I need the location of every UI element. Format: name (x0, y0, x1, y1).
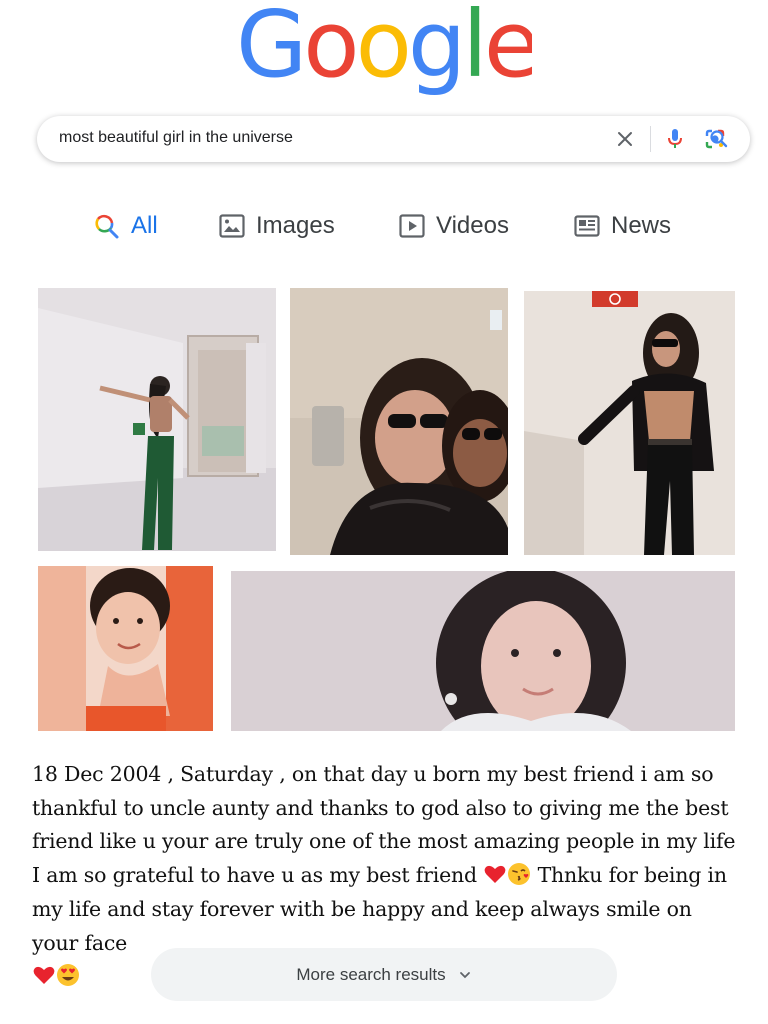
tab-news[interactable]: News (572, 206, 671, 246)
image-result-3[interactable] (524, 291, 735, 555)
tab-label: News (611, 212, 672, 239)
image-result-5[interactable] (231, 571, 735, 731)
play-icon (397, 211, 427, 241)
tab-videos[interactable]: Videos (397, 206, 509, 246)
image-result-2[interactable] (290, 288, 508, 555)
svg-text:Google: Google (236, 0, 532, 98)
image-icon (217, 211, 247, 241)
logo-letter-g: G (236, 0, 303, 98)
tab-label: Images (256, 212, 335, 239)
tab-label: Videos (436, 212, 509, 239)
search-input[interactable] (59, 129, 559, 147)
image-result-1[interactable] (38, 288, 276, 551)
red-heart-emoji-icon (484, 865, 506, 884)
tab-images[interactable]: Images (217, 206, 335, 246)
more-results-label: More search results (296, 964, 446, 984)
tab-all[interactable]: All (92, 206, 158, 246)
chevron-down-icon (458, 968, 472, 982)
kiss-emoji-icon (508, 863, 531, 886)
heart-eyes-emoji-icon (57, 964, 79, 987)
microphone-icon[interactable] (663, 127, 687, 151)
search-divider (650, 126, 651, 152)
tab-label: All (131, 212, 158, 239)
newspaper-icon (572, 211, 602, 241)
google-logo[interactable]: Google (236, 0, 540, 100)
more-search-results-button[interactable]: More search results (151, 948, 617, 1001)
image-result-4[interactable] (38, 566, 213, 731)
search-submit-button[interactable] (707, 127, 731, 151)
clear-icon[interactable] (613, 127, 637, 151)
search-icon (92, 211, 122, 241)
search-box[interactable] (37, 116, 750, 162)
red-heart-emoji-icon (33, 967, 55, 985)
